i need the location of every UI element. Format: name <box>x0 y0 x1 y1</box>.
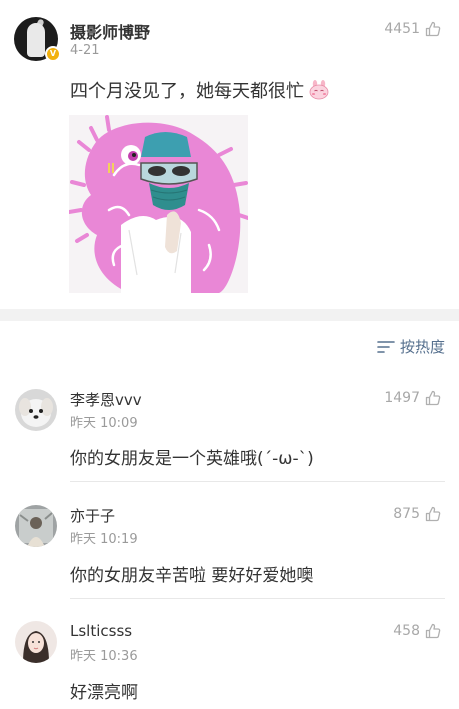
post-date: 4-21 <box>70 43 100 58</box>
comment-like-count: 1497 <box>384 390 420 406</box>
post-card: V 摄影师博野 4-21 4451 四个月没见了，她每天都很忙 <box>0 0 459 309</box>
commenter-avatar[interactable] <box>15 621 57 663</box>
section-divider <box>0 309 459 321</box>
post-text: 四个月没见了，她每天都很忙 <box>70 77 330 103</box>
comment-like-count: 458 <box>393 623 420 639</box>
commenter-avatar[interactable] <box>15 389 57 431</box>
comment-like-button[interactable]: 875 <box>393 506 441 522</box>
photo-illustration <box>69 115 248 293</box>
bunny-emoji-icon <box>309 80 329 100</box>
author-name[interactable]: 摄影师博野 <box>70 19 150 43</box>
thumbs-up-icon <box>425 21 441 37</box>
commenter-name[interactable]: Lslticsss <box>70 622 132 640</box>
comment-divider <box>70 481 445 482</box>
comment-divider <box>70 598 445 599</box>
comment-text: 你的女朋友辛苦啦 要好好爱她噢 <box>70 566 314 586</box>
comment-time: 昨天 10:09 <box>70 416 138 431</box>
comment-time: 昨天 10:19 <box>70 532 138 547</box>
sort-icon <box>377 340 395 353</box>
sort-by-hot-button[interactable]: 按热度 <box>377 336 445 357</box>
post-like-button[interactable]: 4451 <box>384 21 441 37</box>
comment-text: 你的女朋友是一个英雄哦(´-ω-`) <box>70 449 314 469</box>
thumbs-up-icon <box>425 506 441 522</box>
comment-like-button[interactable]: 1497 <box>384 390 441 406</box>
sort-label: 按热度 <box>399 338 445 356</box>
thumbs-up-icon <box>425 390 441 406</box>
comment-like-button[interactable]: 458 <box>393 623 441 639</box>
verified-badge-icon: V <box>45 46 61 62</box>
thumbs-up-icon <box>425 623 441 639</box>
post-like-count: 4451 <box>384 21 420 37</box>
commenter-avatar[interactable] <box>15 505 57 547</box>
comment-like-count: 875 <box>393 506 420 522</box>
comment-text: 好漂亮啊 <box>70 683 138 703</box>
post-photo[interactable] <box>69 115 248 293</box>
comment-time: 昨天 10:36 <box>70 649 138 664</box>
commenter-name[interactable]: 亦于子 <box>70 505 115 526</box>
commenter-name[interactable]: 李孝恩vvv <box>70 389 142 410</box>
post-text-content: 四个月没见了，她每天都很忙 <box>70 81 304 102</box>
